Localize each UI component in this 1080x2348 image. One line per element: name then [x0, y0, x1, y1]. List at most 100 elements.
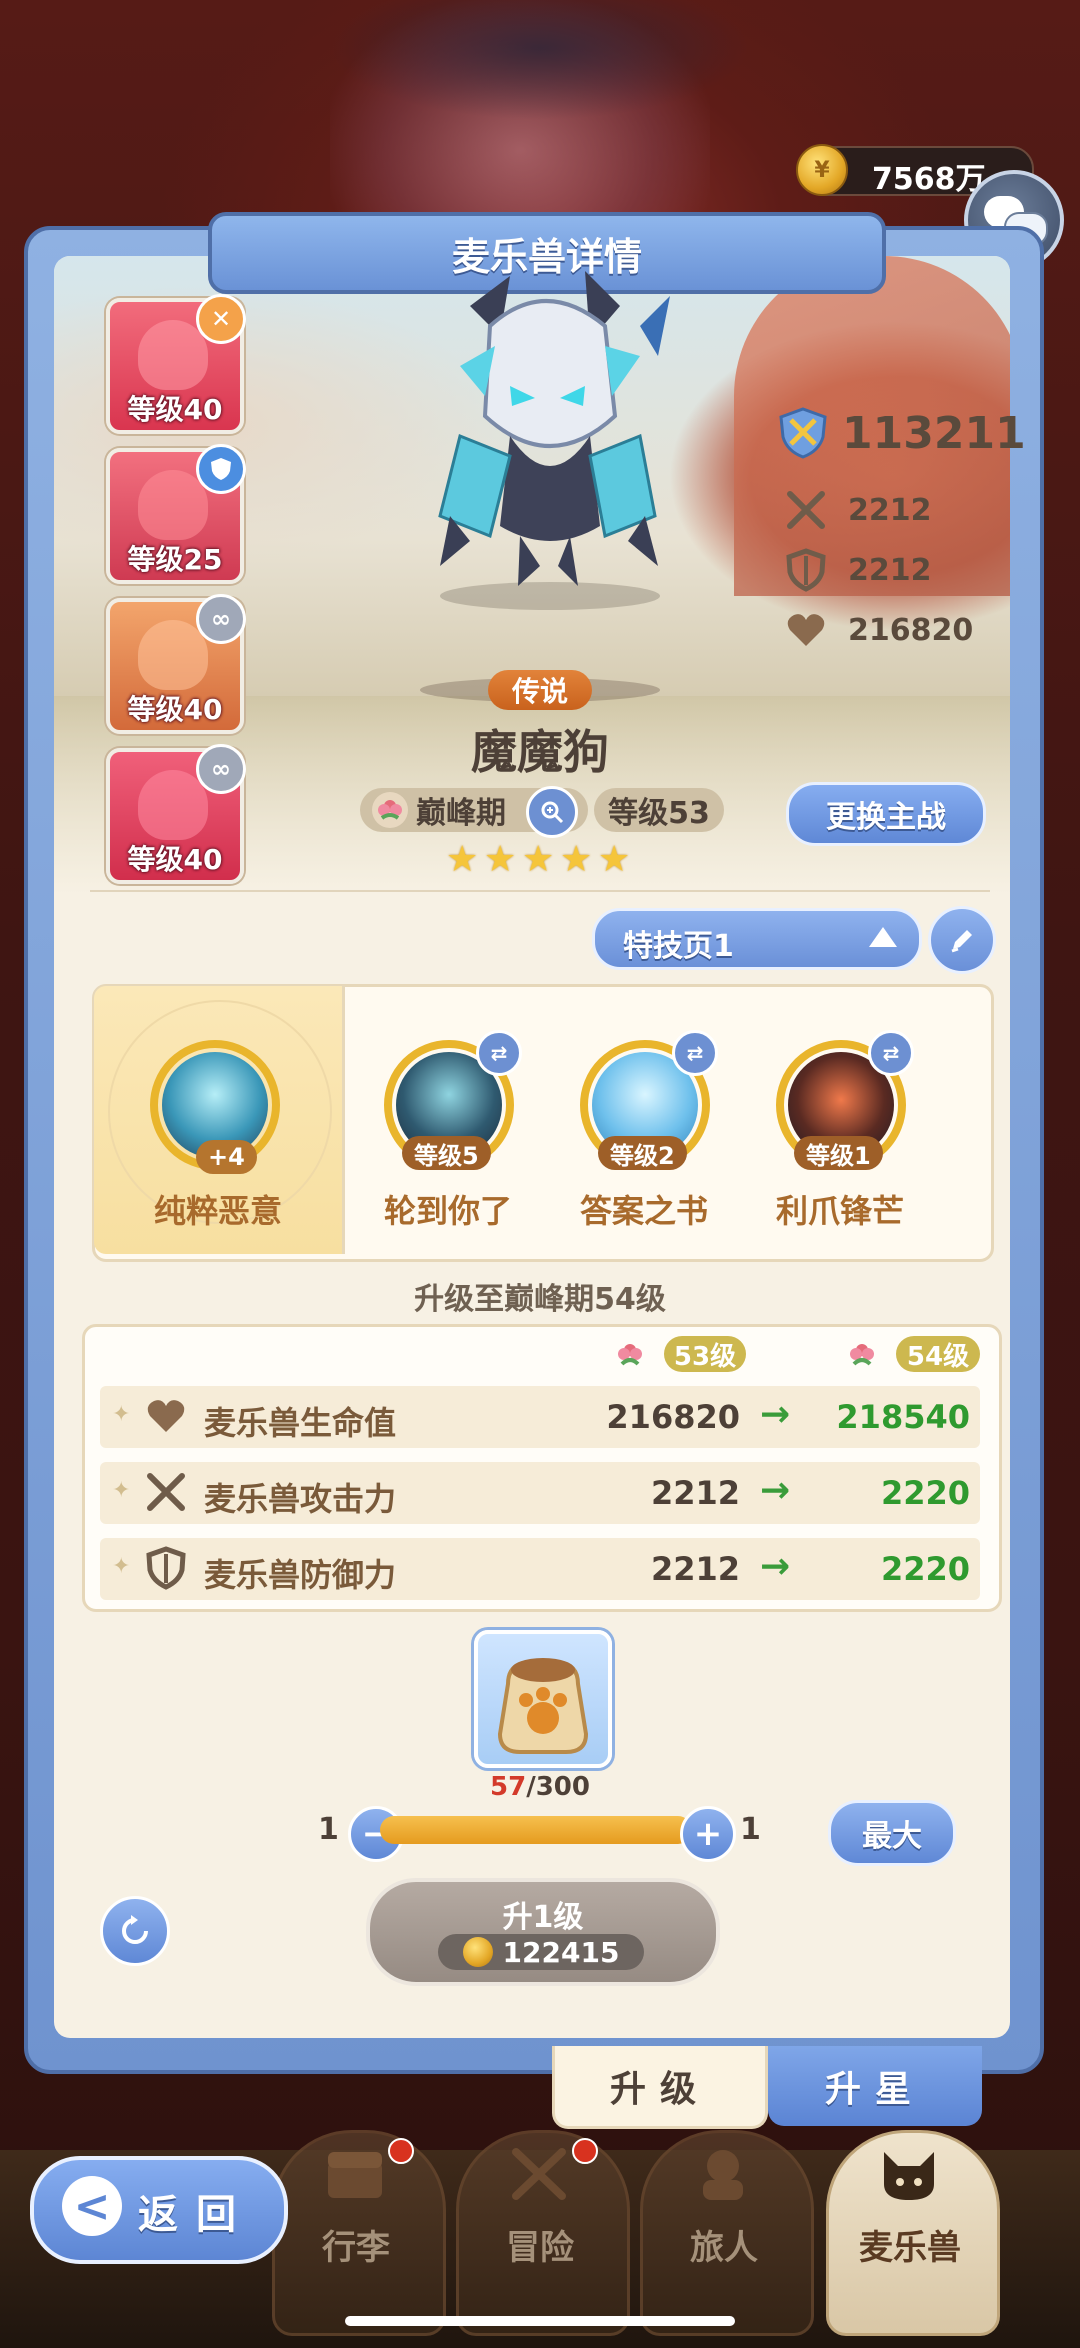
food-need: /300 — [526, 1772, 590, 1802]
row-current: 2212 — [650, 1550, 740, 1588]
skill-level: 等级1 — [794, 1136, 883, 1170]
skill-level: 等级5 — [402, 1136, 491, 1170]
chevron-up-icon — [869, 927, 897, 947]
team-slot-level: 等级40 — [127, 843, 223, 876]
heart-icon — [147, 1400, 185, 1432]
nav-label: 行李 — [322, 2228, 390, 2268]
pet-character-art[interactable] — [400, 266, 690, 616]
skill-page-label: 特技页1 — [623, 929, 734, 964]
slider-fill — [380, 1816, 692, 1844]
back-button[interactable]: < 返回 — [30, 2156, 288, 2264]
link-icon: ∞ — [196, 744, 246, 794]
skill-page-dropdown[interactable]: 特技页1 — [592, 908, 922, 970]
sparkle-icon: ✦ — [112, 1402, 131, 1427]
tab-star-up[interactable]: 升星 — [768, 2046, 982, 2126]
home-indicator[interactable] — [345, 2316, 735, 2326]
max-button[interactable]: 最大 — [828, 1800, 956, 1866]
close-icon[interactable]: ✕ — [196, 294, 246, 344]
table-row: ✦ 麦乐兽攻击力 2212 → 2220 — [100, 1462, 980, 1524]
row-label: 麦乐兽防御力 — [204, 1556, 397, 1594]
star-icon: ★ — [560, 839, 593, 880]
combat-power-value: 113211 — [842, 407, 1026, 459]
rarity-badge: 传说 — [488, 670, 592, 710]
pet-portrait — [138, 770, 208, 840]
crossed-swords-icon — [512, 2148, 566, 2200]
row-next: 218540 — [836, 1398, 970, 1436]
chest-icon — [328, 2152, 382, 2198]
star-icon: ★ — [522, 839, 555, 880]
row-next: 2220 — [880, 1474, 970, 1512]
level-up-button[interactable]: 升1级 122415 — [366, 1878, 720, 1986]
food-count: 57/300 — [440, 1772, 640, 1802]
chevron-left-icon: < — [62, 2176, 122, 2236]
swap-main-button[interactable]: 更换主战 — [786, 782, 986, 846]
row-current: 2212 — [650, 1474, 740, 1512]
notification-dot — [388, 2138, 414, 2164]
sparkle-icon: ✦ — [112, 1554, 131, 1579]
star-icon: ★ — [484, 839, 517, 880]
skill-level: 等级2 — [598, 1136, 687, 1170]
exp-food-slot[interactable] — [474, 1630, 612, 1768]
refresh-icon — [122, 1915, 148, 1944]
level-tag: 等级53 — [594, 788, 724, 832]
link-icon: ∞ — [196, 594, 246, 644]
flower-icon — [372, 792, 408, 828]
sparkle-icon: ✦ — [112, 1478, 131, 1503]
from-level-pill: 53级 — [664, 1336, 746, 1372]
section-divider — [90, 890, 990, 892]
skill-name: 轮到你了 — [383, 1192, 512, 1230]
arrow-right-icon: → — [760, 1470, 791, 1511]
hp-stat: 216820 — [784, 608, 973, 652]
quantity-min: 1 — [318, 1812, 339, 1847]
row-current: 216820 — [606, 1398, 740, 1436]
plus-button[interactable]: + — [680, 1806, 736, 1862]
attack-value: 2212 — [848, 492, 932, 528]
attack-stat: 2212 — [784, 488, 932, 532]
gold-amount: 7568万 — [872, 162, 986, 197]
tab-upgrade[interactable]: 升级 — [552, 2046, 768, 2129]
pet-portrait — [138, 620, 208, 690]
flower-icon — [850, 1344, 874, 1366]
team-slot-level: 等级25 — [127, 543, 223, 576]
quantity-slider[interactable] — [380, 1816, 692, 1844]
heart-icon — [787, 614, 825, 646]
row-label: 麦乐兽攻击力 — [204, 1480, 397, 1518]
star-rating: ★ ★ ★ ★ ★ — [446, 842, 634, 878]
shield-icon — [196, 444, 246, 494]
crossed-swords-icon — [147, 1473, 185, 1511]
background-hat — [330, 0, 750, 120]
pet-name: 魔魔狗 — [471, 725, 609, 779]
pet-portrait — [138, 320, 208, 390]
gold-coin-icon — [462, 1937, 493, 1967]
swap-icon[interactable]: ⇄ — [672, 1030, 718, 1076]
nav-label: 旅人 — [690, 2228, 758, 2268]
arrow-right-icon: → — [760, 1546, 791, 1587]
gold-coin-icon: ¥ — [796, 144, 848, 196]
pencil-icon — [951, 930, 972, 953]
notification-dot — [572, 2138, 598, 2164]
arrow-right-icon: → — [760, 1394, 791, 1435]
magnify-icon[interactable] — [526, 786, 578, 838]
shield-icon — [786, 548, 826, 592]
food-have: 57 — [490, 1772, 527, 1802]
swap-icon[interactable]: ⇄ — [868, 1030, 914, 1076]
team-slot-level: 等级40 — [127, 693, 223, 726]
reset-button[interactable] — [100, 1896, 170, 1966]
level-up-label: 升1级 — [502, 1900, 584, 1935]
edit-button[interactable] — [928, 906, 996, 974]
team-slot-level: 等级40 — [127, 393, 223, 426]
upgrade-target-title: 升级至巅峰期54级 — [414, 1282, 666, 1317]
nav-label: 麦乐兽 — [859, 2228, 961, 2268]
shield-icon — [146, 1546, 186, 1590]
combat-power-icon — [779, 407, 827, 459]
level-up-cost-value: 122415 — [502, 1935, 620, 1969]
table-row: ✦ 麦乐兽防御力 2212 → 2220 — [100, 1538, 980, 1600]
stage-label: 巅峰期 — [416, 796, 506, 831]
table-row: ✦ 麦乐兽生命值 216820 → 218540 — [100, 1386, 980, 1448]
pet-portrait — [138, 470, 208, 540]
hp-value: 216820 — [848, 612, 974, 648]
quantity-max: 1 — [740, 1812, 761, 1847]
star-icon: ★ — [446, 839, 479, 880]
crossed-swords-icon — [787, 491, 825, 529]
swap-icon[interactable]: ⇄ — [476, 1030, 522, 1076]
